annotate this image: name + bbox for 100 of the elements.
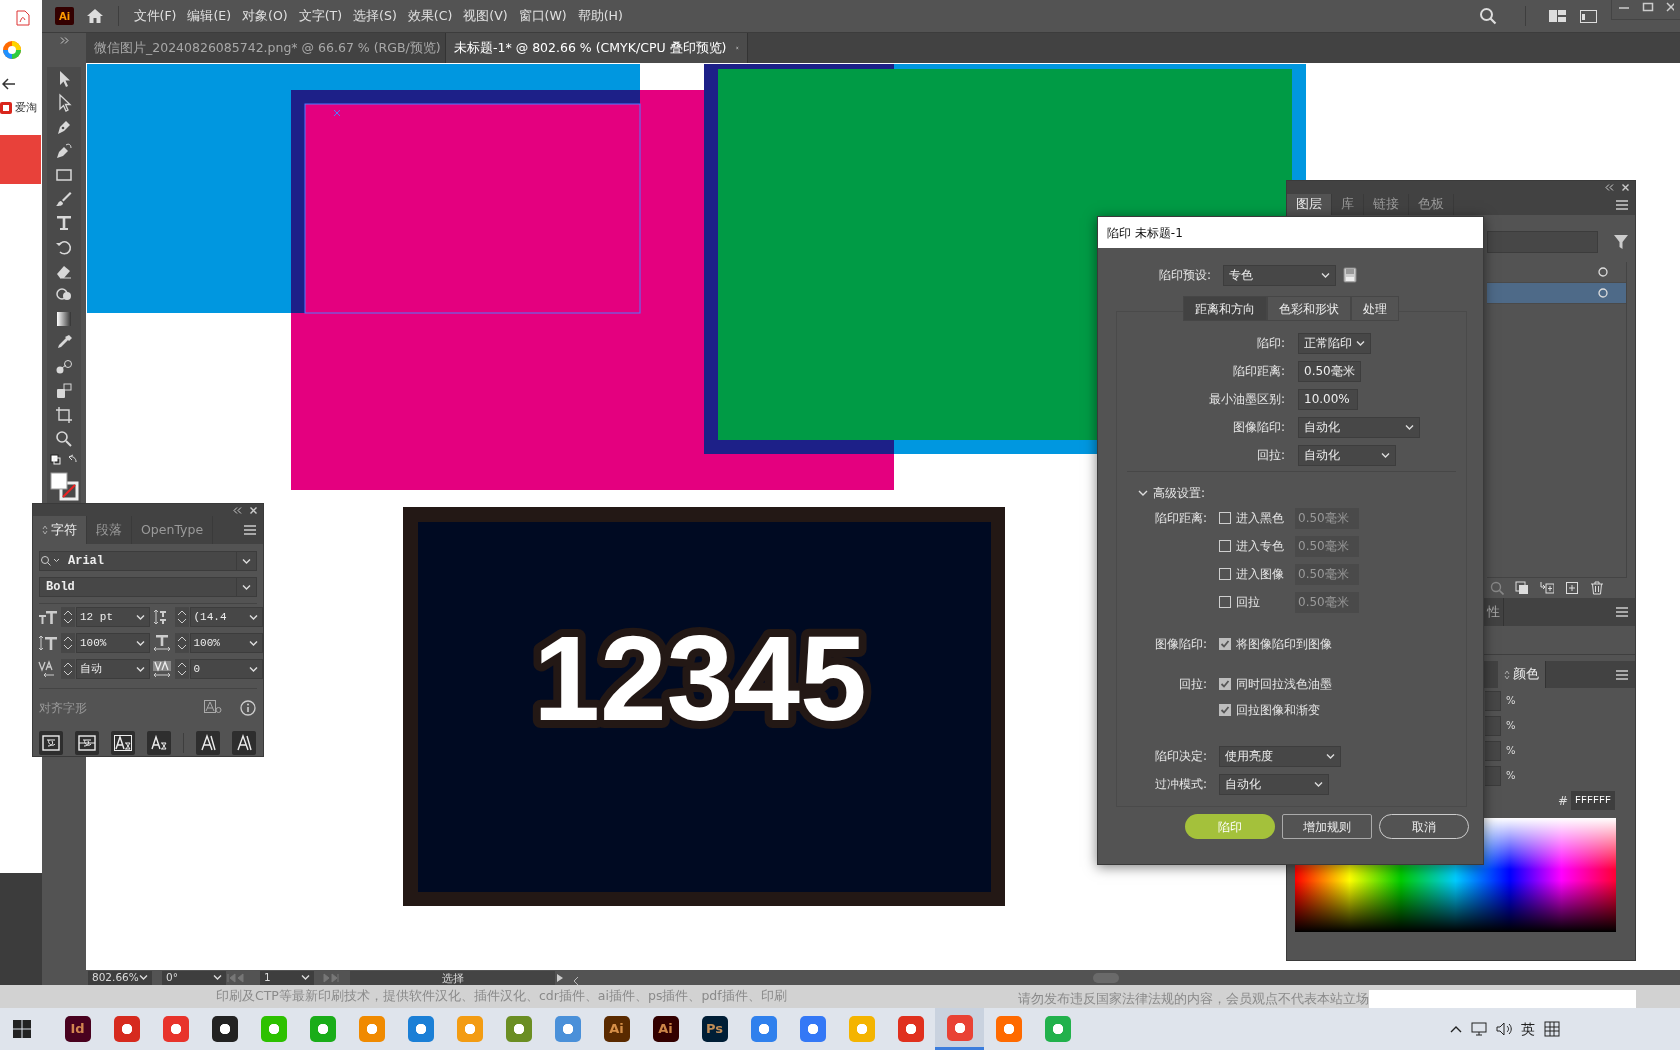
stepper-icon[interactable] (174, 633, 189, 653)
glyph-icon[interactable] (204, 700, 222, 716)
new-sublayer-icon[interactable] (1540, 581, 1554, 595)
checkbox[interactable] (1219, 638, 1231, 650)
stepper-icon[interactable] (174, 607, 189, 627)
panel-layout-icon[interactable] (1580, 9, 1597, 23)
input-field[interactable]: 0 (189, 659, 263, 679)
stepper-icon[interactable] (61, 633, 75, 653)
input-field[interactable] (1485, 715, 1501, 736)
panel-tab[interactable]: 颜色 (1498, 661, 1546, 688)
dropdown[interactable]: 自动化 (1298, 416, 1420, 438)
chevron-up-icon[interactable] (1450, 1025, 1462, 1033)
artboard-field[interactable]: 1 (260, 970, 314, 985)
stepper-icon[interactable] (61, 659, 75, 679)
menu-icon[interactable] (1614, 605, 1630, 619)
filter-icon[interactable] (1614, 235, 1628, 249)
dropdown[interactable]: 自动化 (1298, 444, 1396, 466)
input-field[interactable]: 0.50毫米 (1298, 360, 1361, 382)
menu-icon[interactable] (242, 523, 258, 537)
input-field[interactable]: 100% (76, 633, 150, 653)
symbol-sprayer-icon[interactable] (54, 381, 74, 401)
fill-stroke-icon[interactable] (49, 471, 79, 503)
stepper-icon[interactable] (174, 659, 189, 679)
maximize-icon[interactable] (1642, 0, 1654, 14)
align-glyph-bounds-icon[interactable] (111, 731, 135, 755)
browser-logo-icon[interactable] (2, 40, 22, 60)
menu-item[interactable]: 文件(F) (128, 6, 182, 26)
close-icon[interactable] (250, 506, 257, 514)
close-icon[interactable] (1666, 0, 1674, 14)
angle-icon[interactable] (232, 731, 256, 755)
windows-start-icon[interactable] (13, 1020, 31, 1038)
artboard-icon[interactable] (54, 405, 74, 425)
home-icon[interactable] (86, 8, 104, 24)
info-icon[interactable] (240, 700, 256, 716)
visibility-circle-icon[interactable] (1598, 267, 1608, 277)
align-em-box-icon[interactable] (39, 731, 63, 755)
close-icon[interactable] (1622, 184, 1629, 191)
collapse-icon[interactable] (233, 506, 242, 514)
search-field[interactable] (1487, 231, 1598, 253)
rotation-field[interactable]: 0° (162, 970, 226, 985)
dialog-tab[interactable]: 处理 (1351, 296, 1399, 321)
menu-item[interactable]: 选择(S) (347, 6, 403, 26)
input-field[interactable] (1369, 990, 1636, 1008)
keyboard-grid-icon[interactable] (1544, 1021, 1560, 1037)
menu-icon[interactable] (1614, 197, 1630, 212)
input-field[interactable]: 10.00% (1298, 388, 1358, 410)
workspace-layout-icon[interactable] (1549, 10, 1566, 22)
menu-item[interactable]: 文字(T) (293, 6, 348, 26)
trash-icon[interactable] (1590, 581, 1604, 595)
proximity-icon[interactable] (196, 731, 220, 755)
default-colors-icon[interactable] (49, 453, 79, 467)
hex-field[interactable]: FFFFFF (1571, 791, 1615, 810)
dropdown[interactable]: 使用亮度 (1219, 745, 1341, 767)
input-field[interactable]: (14.4 (189, 607, 263, 627)
checkbox[interactable] (1219, 540, 1231, 552)
document-tab[interactable]: 未标题-1* @ 802.66 % (CMYK/CPU 叠印预览) (446, 33, 748, 63)
input-field[interactable] (1485, 740, 1501, 761)
panel-tab[interactable]: 字符 (33, 516, 87, 544)
panel-tab[interactable]: 性 (1485, 598, 1504, 626)
app-icon[interactable]: Ai (603, 1016, 630, 1042)
align-icf-box-icon[interactable] (75, 731, 99, 755)
font-family-field[interactable]: Arial (39, 551, 257, 571)
dropdown[interactable]: 正常陷印 (1298, 332, 1371, 354)
input-field[interactable]: 自动 (76, 659, 150, 679)
checkbox[interactable] (1219, 678, 1231, 690)
app-icon[interactable]: Id (64, 1016, 91, 1042)
app-icon[interactable] (211, 1016, 238, 1042)
network-icon[interactable] (1471, 1022, 1487, 1036)
dialog-button[interactable]: 增加规则 (1282, 814, 1372, 839)
bookmark-label[interactable]: 爱淘 (15, 100, 37, 117)
new-layer-icon[interactable] (1565, 581, 1579, 595)
scroll-left-icon[interactable] (573, 975, 579, 986)
menu-item[interactable]: 帮助(H) (572, 6, 629, 26)
dialog-tab[interactable]: 色彩和形状 (1267, 296, 1351, 321)
chevron-icon[interactable] (1138, 489, 1148, 497)
app-icon[interactable]: Ps (701, 1016, 728, 1042)
panel-tab[interactable]: 图层 (1287, 194, 1332, 215)
input-field[interactable] (1485, 690, 1501, 711)
checkbox[interactable] (1219, 704, 1231, 716)
input-field[interactable]: 12 pt (76, 607, 150, 627)
menu-icon[interactable] (1614, 667, 1630, 682)
visibility-circle-icon[interactable] (1598, 288, 1608, 298)
stepper-icon[interactable] (61, 607, 75, 627)
back-arrow-icon[interactable] (2, 78, 16, 90)
zoom-field[interactable]: 802.66% (88, 970, 152, 985)
menu-item[interactable]: 效果(C) (402, 6, 458, 26)
curvature-pen-icon[interactable] (54, 141, 74, 161)
menu-item[interactable]: 视图(V) (457, 6, 514, 26)
align-baseline-icon[interactable] (147, 731, 171, 755)
preset-dropdown[interactable]: 专色 (1223, 264, 1336, 286)
pdf-icon[interactable] (16, 10, 30, 26)
menu-item[interactable]: 对象(O) (236, 6, 294, 26)
active-app-highlight[interactable] (935, 1008, 984, 1050)
speaker-icon[interactable] (1496, 1022, 1512, 1036)
brush-icon[interactable] (54, 189, 74, 209)
input-field[interactable] (1485, 765, 1501, 786)
zoom-icon[interactable] (54, 429, 74, 449)
dialog-tab[interactable]: 距离和方向 (1183, 296, 1267, 321)
type-tool-icon[interactable] (54, 213, 74, 233)
search-icon[interactable] (1479, 7, 1497, 25)
